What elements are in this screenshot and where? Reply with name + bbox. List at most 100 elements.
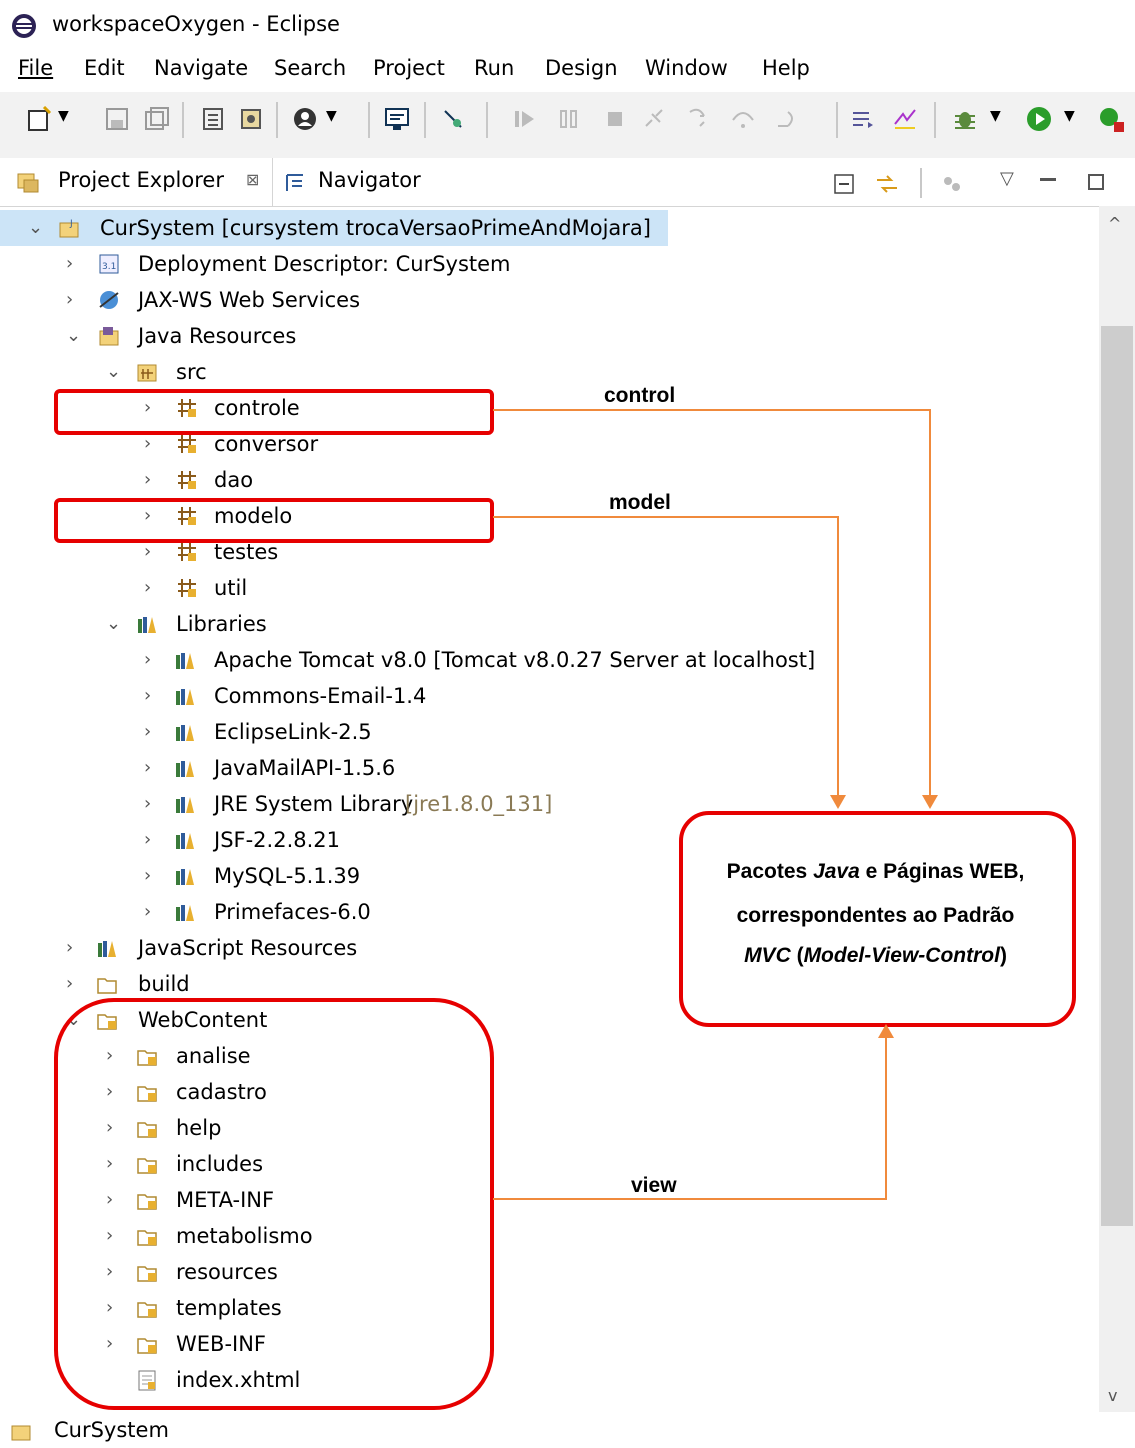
tree-item-label: JavaMailAPI-1.5.6 [214, 756, 396, 780]
resume-icon[interactable] [512, 106, 538, 132]
chevron-down-icon[interactable]: ⌄ [106, 354, 122, 390]
chevron-right-icon[interactable]: › [144, 462, 160, 498]
connector-line-control [493, 409, 930, 411]
library-icon [176, 653, 194, 669]
menu-window[interactable]: Window [645, 56, 728, 80]
drop-to-frame-icon[interactable] [892, 106, 918, 132]
save-all-icon[interactable] [144, 106, 170, 132]
package-icon [178, 471, 196, 489]
dropdown-arrow-icon[interactable]: ▼ [326, 108, 337, 124]
callout-text: ( [790, 944, 804, 967]
menu-project[interactable]: Project [373, 56, 445, 80]
chevron-right-icon[interactable]: › [144, 894, 160, 930]
step-return-icon[interactable] [774, 106, 800, 132]
menu-design[interactable]: Design [545, 56, 618, 80]
chevron-right-icon[interactable]: › [66, 246, 82, 282]
filter-icon[interactable] [940, 174, 964, 194]
menu-navigate[interactable]: Navigate [154, 56, 248, 80]
external-tools-icon[interactable] [1098, 106, 1124, 132]
arrow-up-icon [878, 1024, 894, 1038]
project-explorer-icon [17, 173, 39, 193]
chevron-down-icon[interactable]: ⌄ [28, 210, 44, 246]
chevron-right-icon[interactable]: › [144, 786, 160, 822]
chevron-right-icon[interactable]: › [144, 642, 160, 678]
toolbar-separator [486, 102, 488, 138]
libraries-icon [98, 941, 116, 957]
chevron-right-icon[interactable]: › [144, 570, 160, 606]
tree-item-label: JavaScript Resources [138, 936, 358, 960]
tree-item-label: src [176, 360, 207, 384]
chevron-right-icon[interactable]: › [66, 966, 82, 1002]
menu-search[interactable]: Search [274, 56, 346, 80]
skip-breakpoints-icon[interactable] [440, 106, 466, 132]
chevron-down-icon[interactable]: ⌄ [106, 606, 122, 642]
package-icon [178, 579, 196, 597]
tree-item-label: build [138, 972, 190, 996]
tab-separator [920, 168, 922, 198]
run-icon[interactable] [1026, 106, 1052, 132]
tree-item-label: MySQL-5.1.39 [214, 864, 361, 888]
chevron-right-icon[interactable]: › [144, 750, 160, 786]
tree-item-root[interactable]: ⌄ J CurSystem [cursystem trocaVersaoPrim… [0, 210, 668, 246]
collapse-all-icon[interactable] [834, 174, 854, 194]
project-icon [11, 1425, 31, 1441]
save-icon[interactable] [104, 106, 130, 132]
tree-item-label: Java Resources [138, 324, 297, 348]
tree-item-label: EclipseLink-2.5 [214, 720, 372, 744]
chevron-right-icon[interactable]: › [144, 822, 160, 858]
tree-item-label: Deployment Descriptor: CurSystem [138, 252, 511, 276]
tab-navigator[interactable]: Navigator [280, 158, 460, 206]
library-icon [176, 905, 194, 921]
chevron-down-icon[interactable]: ⌄ [66, 318, 82, 354]
view-menu-icon[interactable]: ▽ [1000, 168, 1014, 189]
menu-edit[interactable]: Edit [84, 56, 125, 80]
dropdown-arrow-icon[interactable]: ▼ [58, 108, 69, 124]
arrow-down-icon [922, 795, 938, 809]
dropdown-arrow-icon[interactable]: ▼ [990, 108, 1001, 124]
scrollbar-thumb[interactable] [1101, 326, 1133, 1226]
library-icon [176, 761, 194, 777]
tree-item-label: JRE System Library [214, 792, 414, 816]
terminate-icon[interactable] [602, 106, 628, 132]
callout-line-3: MVC (Model-View-Control) [683, 944, 1068, 968]
library-icon [176, 833, 194, 849]
tree-item-label: Libraries [176, 612, 267, 636]
step-over-icon[interactable] [730, 106, 756, 132]
disconnect-icon[interactable] [642, 106, 668, 132]
chevron-right-icon[interactable]: › [144, 858, 160, 894]
tab-project-explorer-label: Project Explorer [58, 168, 224, 192]
debug-icon[interactable] [952, 106, 978, 132]
menu-run[interactable]: Run [474, 56, 514, 80]
scroll-down-icon[interactable]: v [1108, 1386, 1117, 1405]
dropdown-arrow-icon[interactable]: ▼ [1064, 108, 1075, 124]
properties-icon[interactable] [238, 106, 264, 132]
package-icon [178, 435, 196, 453]
deployment-descriptor-icon: 3.1 [99, 254, 119, 274]
minimize-icon[interactable] [1040, 178, 1056, 181]
toolbar-separator [368, 102, 370, 138]
tree-item-label: JSF-2.2.8.21 [214, 828, 341, 852]
menu-file[interactable]: File [18, 56, 53, 80]
close-tab-icon[interactable]: ⊠ [246, 170, 259, 189]
maximize-icon[interactable] [1088, 174, 1104, 190]
user-icon[interactable] [292, 106, 318, 132]
chevron-right-icon[interactable]: › [144, 678, 160, 714]
toolbar-separator [182, 102, 184, 138]
scroll-up-icon[interactable]: ^ [1108, 214, 1121, 233]
chevron-right-icon[interactable]: › [66, 282, 82, 318]
connector-line-view [493, 1198, 886, 1200]
link-with-editor-icon[interactable] [874, 172, 900, 196]
tab-project-explorer[interactable]: Project Explorer ⊠ [0, 158, 273, 206]
chevron-right-icon[interactable]: › [66, 930, 82, 966]
new-file-icon[interactable] [26, 106, 52, 132]
connector-line-model [837, 516, 839, 799]
menu-help[interactable]: Help [762, 56, 810, 80]
chevron-right-icon[interactable]: › [144, 714, 160, 750]
tree-item-label: CurSystem [cursystem trocaVersaoPrimeAnd… [100, 216, 651, 240]
console-icon[interactable] [384, 106, 410, 132]
step-into-icon[interactable] [686, 106, 712, 132]
callout-text: ) [999, 944, 1007, 967]
use-step-filters-icon[interactable] [850, 106, 876, 132]
suspend-icon[interactable] [556, 106, 582, 132]
outline-icon[interactable] [200, 106, 226, 132]
